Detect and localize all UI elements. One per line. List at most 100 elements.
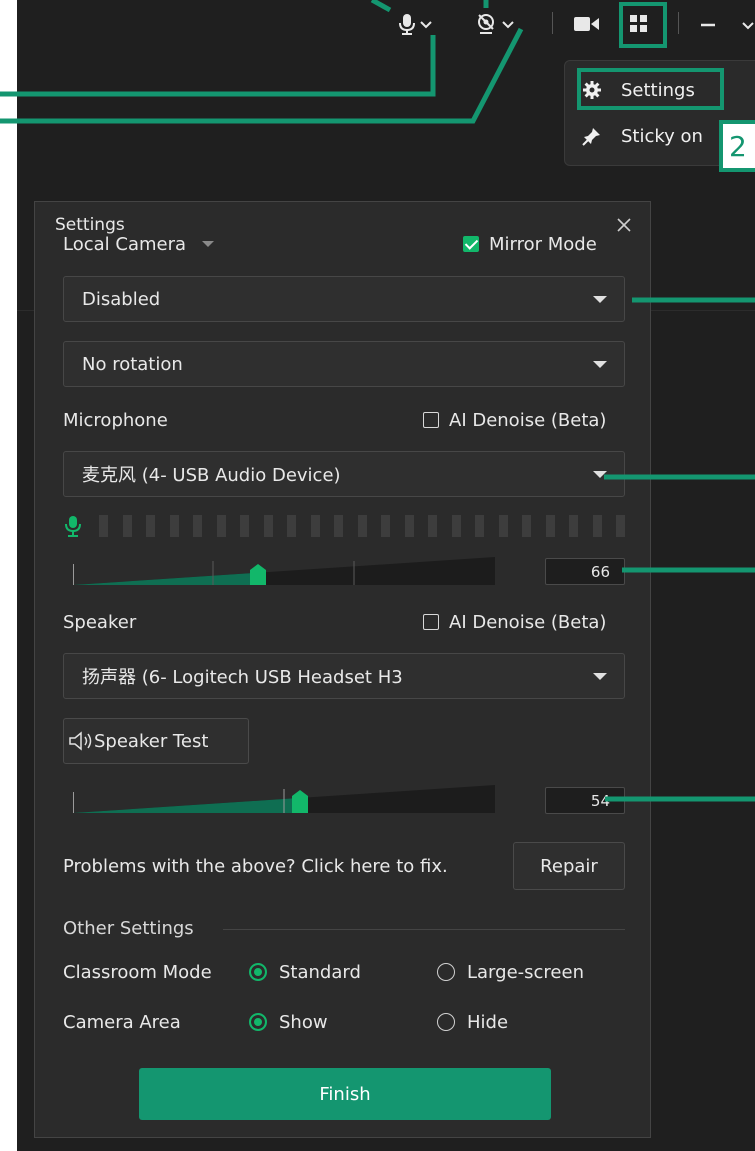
radio-label: Standard — [279, 962, 361, 983]
level-bar — [99, 515, 108, 537]
level-bar — [616, 515, 625, 537]
pin-icon — [581, 126, 603, 146]
volume-slider-track — [73, 785, 495, 813]
speaker-test-button[interactable]: Speaker Test — [63, 718, 249, 764]
layout-dropdown-menu: Settings Sticky on — [564, 60, 755, 166]
dialog-title: Settings — [55, 215, 125, 235]
minimize-icon — [701, 23, 715, 27]
level-bar — [499, 515, 508, 537]
level-bar — [123, 515, 132, 537]
level-bar — [193, 515, 202, 537]
level-bar — [381, 515, 390, 537]
menu-item-label: Sticky on — [621, 125, 703, 147]
layout-menu-button[interactable] — [619, 6, 659, 42]
toolbar-separator — [678, 12, 679, 34]
caret-down-icon — [593, 361, 607, 368]
radio-selected-icon — [249, 1013, 267, 1031]
camera-device-select[interactable]: Disabled — [63, 276, 625, 322]
close-icon — [617, 218, 631, 232]
close-button[interactable] — [613, 214, 637, 238]
mirror-mode-label: Mirror Mode — [489, 234, 597, 255]
level-bar — [170, 515, 179, 537]
camera-off-icon — [478, 14, 514, 34]
caret-down-icon — [593, 296, 607, 303]
camera-rotation-value: No rotation — [82, 353, 183, 375]
camera-area-hide-radio[interactable]: Hide — [437, 1012, 508, 1033]
checkbox-checked-icon — [463, 236, 479, 252]
level-bar — [593, 515, 602, 537]
repair-button[interactable]: Repair — [513, 842, 625, 890]
radio-label: Large-screen — [467, 962, 584, 983]
microphone-icon — [399, 14, 432, 35]
other-settings-heading: Other Settings — [63, 918, 194, 939]
microphone-label: Microphone — [63, 410, 168, 431]
camera-device-value: Disabled — [82, 288, 161, 310]
camera-area-label: Camera Area — [63, 1012, 181, 1033]
volume-slider-track — [73, 557, 495, 585]
speaker-volume-slider[interactable] — [73, 784, 495, 814]
speaker-icon — [69, 731, 92, 751]
speaker-device-value: 扬声器 (6- Logitech USB Headset H3 — [82, 667, 403, 688]
toolbar-separator — [552, 12, 553, 34]
speaker-device-select[interactable]: 扬声器 (6- Logitech USB Headset H3 — [63, 653, 625, 699]
level-bar — [358, 515, 367, 537]
caret-down-icon — [201, 241, 214, 247]
microphone-device-value: 麦克风 (4- USB Audio Device) — [82, 465, 341, 486]
level-bar — [475, 515, 484, 537]
finish-button[interactable]: Finish — [139, 1068, 551, 1120]
local-camera-selector[interactable]: Local Camera — [63, 234, 214, 255]
slider-thumb[interactable] — [250, 564, 266, 585]
speaker-denoise-checkbox[interactable]: AI Denoise (Beta) — [423, 612, 606, 633]
camera-rotation-select[interactable]: No rotation — [63, 341, 625, 387]
level-bar — [240, 515, 249, 537]
checkbox-unchecked-icon — [423, 614, 439, 630]
speaker-test-label: Speaker Test — [94, 730, 209, 752]
chevron-down-icon — [420, 21, 432, 29]
classroom-standard-radio[interactable]: Standard — [249, 962, 361, 983]
level-bar — [217, 515, 226, 537]
radio-label: Hide — [467, 1012, 509, 1033]
mic-denoise-checkbox[interactable]: AI Denoise (Beta) — [423, 410, 606, 431]
checkbox-unchecked-icon — [423, 412, 439, 428]
video-camera-icon — [574, 17, 599, 31]
settings-dialog: Settings Local Camera Mirror Mode Disabl… — [34, 201, 651, 1138]
gear-icon — [581, 80, 603, 100]
minimize-button[interactable] — [693, 10, 723, 38]
local-camera-label: Local Camera — [63, 234, 187, 255]
camera-area-show-radio[interactable]: Show — [249, 1012, 328, 1033]
classroom-mode-label: Classroom Mode — [63, 962, 212, 983]
level-bar — [522, 515, 531, 537]
mirror-mode-checkbox[interactable]: Mirror Mode — [463, 234, 597, 255]
grid-icon — [630, 15, 647, 32]
mic-volume-slider[interactable] — [73, 556, 495, 586]
mic-volume-value[interactable]: 66 — [545, 558, 625, 585]
slider-thumb[interactable] — [292, 790, 308, 813]
level-bar — [428, 515, 437, 537]
level-bar — [334, 515, 343, 537]
level-bar — [405, 515, 414, 537]
level-bar — [146, 515, 155, 537]
level-bar — [264, 515, 273, 537]
microphone-device-select[interactable]: 麦克风 (4- USB Audio Device) — [63, 451, 625, 497]
level-bar — [452, 515, 461, 537]
section-divider — [223, 929, 625, 930]
video-button[interactable] — [569, 10, 605, 38]
more-options-button[interactable] — [739, 10, 755, 38]
level-bar — [569, 515, 578, 537]
menu-item-label: Settings — [621, 79, 695, 101]
radio-label: Show — [279, 1012, 328, 1033]
repair-hint-text: Problems with the above? Click here to f… — [63, 856, 448, 877]
speaker-volume-value[interactable]: 54 — [545, 787, 625, 814]
radio-unselected-icon — [437, 1013, 455, 1031]
radio-unselected-icon — [437, 963, 455, 981]
mic-level-meter — [63, 514, 628, 538]
caret-down-icon — [593, 471, 607, 478]
speaker-label: Speaker — [63, 612, 137, 633]
menu-item-sticky[interactable]: Sticky on — [581, 121, 703, 151]
microphone-button[interactable] — [395, 10, 439, 38]
speaker-denoise-label: AI Denoise (Beta) — [449, 612, 607, 633]
menu-item-settings[interactable]: Settings — [581, 75, 695, 105]
classroom-large-screen-radio[interactable]: Large-screen — [437, 962, 584, 983]
chevron-down-icon — [502, 21, 514, 29]
camera-toggle-button[interactable] — [473, 10, 521, 38]
